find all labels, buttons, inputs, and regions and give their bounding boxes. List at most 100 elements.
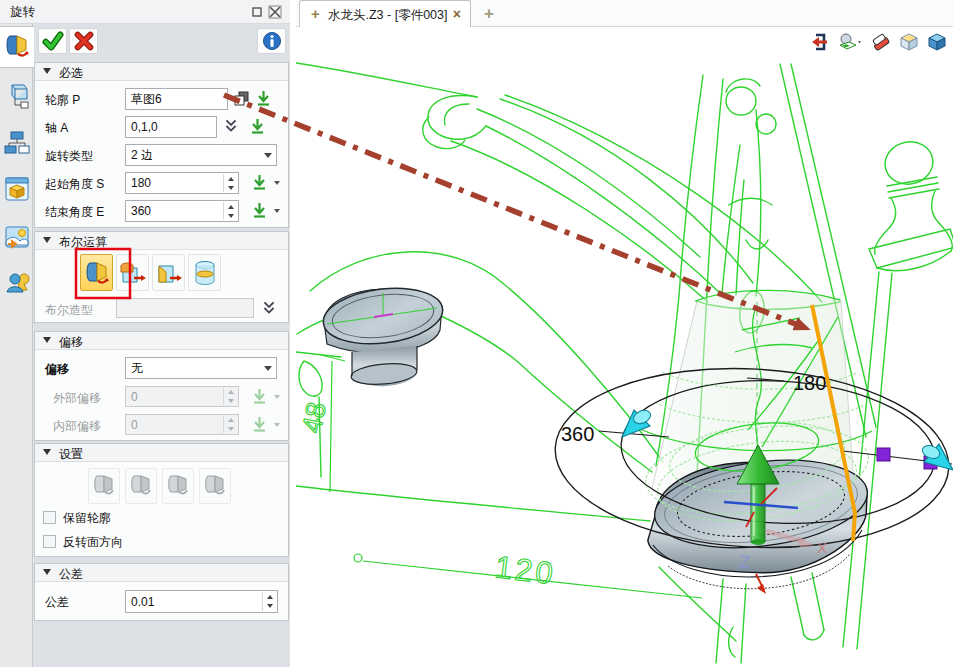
boolean-remove-icon bbox=[155, 258, 183, 288]
boolean-base-icon bbox=[83, 258, 111, 288]
tan-box-icon[interactable] bbox=[899, 32, 919, 52]
window-cube-tool[interactable] bbox=[0, 168, 33, 210]
tab-title: 水龙头.Z3 - [零件003] bbox=[328, 7, 447, 24]
boolean-intersect-icon bbox=[191, 258, 219, 288]
end-angle-input[interactable]: 360 bbox=[125, 200, 239, 222]
angle-start-label[interactable]: 180 bbox=[793, 372, 826, 394]
chevrons-down-icon[interactable] bbox=[223, 118, 239, 134]
image-tool[interactable] bbox=[0, 216, 33, 258]
spinner[interactable] bbox=[223, 174, 237, 192]
pick-arrow-icon[interactable] bbox=[251, 201, 268, 219]
offset-combo[interactable]: 无 bbox=[125, 357, 277, 379]
copy-icon[interactable] bbox=[233, 90, 250, 107]
image-icon bbox=[4, 224, 30, 250]
x-axis-label: X bbox=[817, 539, 827, 556]
pick-arrow-icon[interactable] bbox=[251, 173, 268, 191]
person-tool[interactable] bbox=[0, 262, 33, 304]
section-title: 布尔运算 bbox=[59, 234, 107, 251]
inner-offset-label: 内部偏移 bbox=[53, 418, 101, 435]
sketch-view-icon[interactable] bbox=[837, 32, 863, 52]
eraser-icon[interactable] bbox=[871, 32, 891, 52]
profile-input[interactable]: 草图6 bbox=[125, 88, 228, 110]
check-icon bbox=[42, 31, 64, 51]
3d-scene: 48 120 bbox=[296, 27, 953, 667]
pick-arrow-icon bbox=[251, 387, 268, 405]
spinner bbox=[223, 388, 237, 405]
start-angle-label: 起始角度 S bbox=[45, 176, 104, 193]
ok-button[interactable] bbox=[38, 28, 67, 54]
section-tolerance: 公差 公差 0.01 bbox=[34, 563, 289, 621]
purple-handle-1[interactable] bbox=[877, 448, 890, 461]
svg-text:120: 120 bbox=[493, 549, 558, 591]
exit-icon[interactable] bbox=[809, 32, 829, 52]
settings-option-1[interactable] bbox=[88, 468, 120, 504]
spinner[interactable] bbox=[262, 592, 276, 611]
axis-input[interactable]: 0,1,0 bbox=[125, 116, 217, 138]
tab-plus-icon: + bbox=[311, 5, 320, 22]
info-icon bbox=[262, 31, 282, 51]
tab-bar: + 水龙头.Z3 - [零件003] × + bbox=[296, 0, 953, 27]
revolve-tool[interactable] bbox=[0, 26, 34, 68]
boolean-intersect-button[interactable] bbox=[188, 254, 221, 291]
end-angle-label: 结束角度 E bbox=[45, 204, 104, 221]
revolve-type-label: 旋转类型 bbox=[45, 148, 93, 165]
blue-box-icon[interactable] bbox=[927, 32, 947, 52]
settings-option-3[interactable] bbox=[162, 468, 194, 504]
gray-revolve-icon bbox=[128, 472, 154, 500]
dialog-title: 旋转 bbox=[10, 4, 35, 21]
viewport-3d[interactable]: 48 120 bbox=[296, 27, 953, 667]
side-tool-strip bbox=[0, 24, 33, 667]
section-tolerance-header[interactable]: 公差 bbox=[35, 564, 288, 582]
dropdown-arrow-icon[interactable] bbox=[274, 181, 280, 185]
revolve-type-combo[interactable]: 2 边 bbox=[125, 144, 277, 166]
section-offset-header[interactable]: 偏移 bbox=[35, 332, 288, 350]
spinner[interactable] bbox=[223, 202, 237, 220]
cancel-button[interactable] bbox=[69, 28, 98, 54]
dropdown-arrow-icon[interactable] bbox=[274, 209, 280, 213]
frame-cube-tool[interactable] bbox=[0, 76, 33, 118]
close-icon[interactable] bbox=[268, 5, 282, 19]
section-settings-header[interactable]: 设置 bbox=[35, 444, 288, 462]
gray-revolve-icon bbox=[165, 472, 191, 500]
z-axis-label: Z bbox=[740, 554, 750, 571]
offset-label: 偏移 bbox=[45, 361, 69, 378]
start-angle-input[interactable]: 180 bbox=[125, 172, 239, 194]
boolean-remove-button[interactable] bbox=[152, 254, 185, 291]
section-title: 公差 bbox=[59, 566, 83, 583]
gray-revolve-icon bbox=[202, 472, 228, 500]
keep-profile-checkbox[interactable] bbox=[43, 511, 56, 524]
inner-offset-input: 0 bbox=[125, 414, 239, 435]
section-boolean-header[interactable]: 布尔运算 bbox=[35, 232, 288, 250]
gray-revolve-icon bbox=[91, 472, 117, 500]
boolean-add-button[interactable] bbox=[116, 254, 149, 291]
flip-face-checkbox[interactable] bbox=[43, 535, 56, 548]
tolerance-input[interactable]: 0.01 bbox=[125, 590, 278, 613]
boolean-base-button[interactable] bbox=[80, 254, 113, 291]
info-button[interactable] bbox=[257, 28, 286, 54]
angle-end-label[interactable]: 360 bbox=[561, 423, 594, 445]
pick-arrow-icon[interactable] bbox=[249, 117, 266, 135]
dialog-titlebar[interactable]: 旋转 bbox=[0, 0, 290, 24]
collapse-triangle-icon bbox=[43, 569, 51, 575]
section-settings: 设置 bbox=[34, 443, 289, 557]
flip-face-label: 反转面方向 bbox=[63, 534, 123, 551]
restore-icon[interactable] bbox=[250, 5, 264, 19]
x-icon bbox=[74, 31, 94, 51]
viewport-toolbar bbox=[809, 32, 947, 52]
outer-offset-label: 外部偏移 bbox=[53, 390, 101, 407]
new-tab-button[interactable]: + bbox=[484, 4, 494, 24]
pick-arrow-icon[interactable] bbox=[255, 89, 272, 107]
section-offset: 偏移 偏移 无 外部偏移 0 内部偏移 0 bbox=[34, 331, 289, 441]
document-area: 48 120 bbox=[296, 0, 953, 667]
settings-option-2[interactable] bbox=[125, 468, 157, 504]
revolve-dialog: 旋转 bbox=[0, 0, 290, 667]
section-required-header[interactable]: 必选 bbox=[35, 63, 288, 81]
tab-close-icon[interactable]: × bbox=[453, 6, 461, 22]
dimension-120: 120 bbox=[354, 549, 702, 598]
spinner bbox=[223, 416, 237, 433]
document-tab[interactable]: + 水龙头.Z3 - [零件003] × bbox=[299, 0, 471, 27]
knob-left bbox=[320, 282, 446, 387]
settings-option-4[interactable] bbox=[199, 468, 231, 504]
tree-tool[interactable] bbox=[0, 122, 33, 164]
chevrons-down-icon[interactable] bbox=[261, 300, 277, 316]
